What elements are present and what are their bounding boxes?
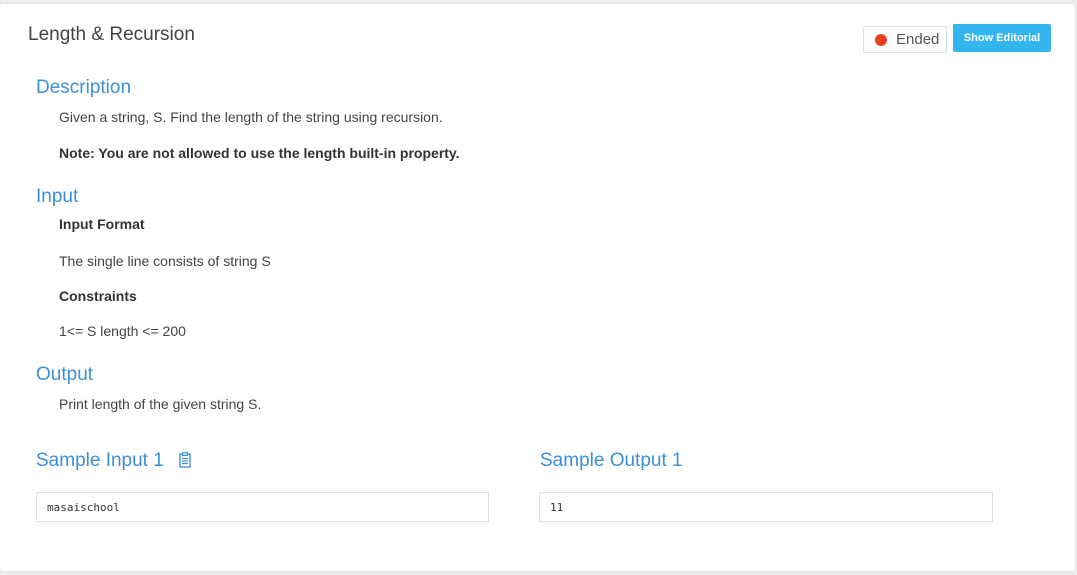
output-text: Print length of the given string S. [59,396,262,412]
input-format-label: Input Format [59,216,145,232]
constraints-text: 1<= S length <= 200 [59,323,186,339]
input-format-text: The single line consists of string S [59,253,271,269]
show-editorial-button[interactable]: Show Editorial [953,24,1051,52]
sample-input-label: Sample Input 1 [36,450,164,471]
sample-input-value: masaischool [47,500,120,514]
status-label: Ended [896,31,940,48]
problem-title: Length & Recursion [28,24,195,45]
sample-output-box[interactable]: 11 [539,492,993,522]
description-heading: Description [36,77,132,98]
sample-input-box[interactable]: masaischool [36,492,489,522]
sample-output-value: 11 [550,500,564,514]
clipboard-icon[interactable] [179,452,191,474]
status-badge: Ended [863,26,947,53]
input-heading: Input [36,186,79,207]
problem-card: Length & Recursion Ended Show Editorial … [0,4,1075,571]
constraints-label: Constraints [59,288,137,304]
description-text: Given a string, S. Find the length of th… [59,109,443,125]
output-heading: Output [36,364,94,385]
status-dot-icon [875,33,887,46]
sample-input-heading: Sample Input 1 [36,450,191,474]
sample-output-heading: Sample Output 1 [540,450,683,471]
description-note: Note: You are not allowed to use the len… [59,145,460,161]
